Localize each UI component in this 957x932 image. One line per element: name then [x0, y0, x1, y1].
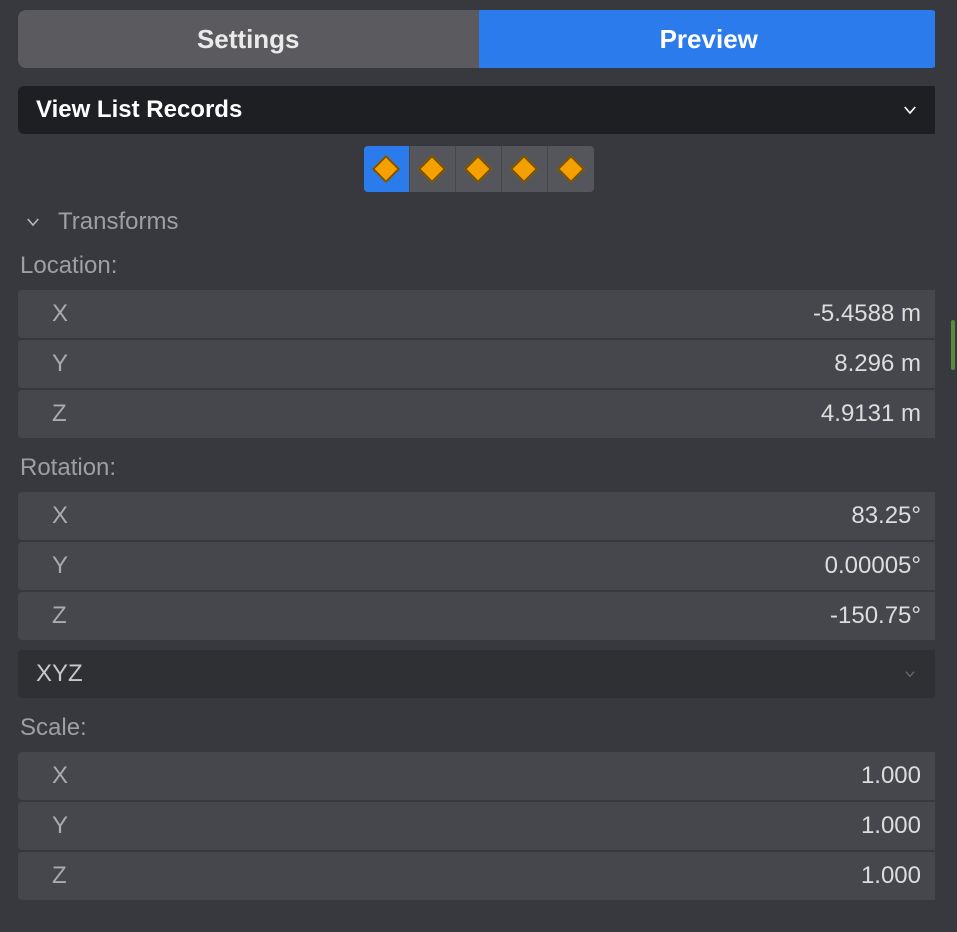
scale-label: Scale:	[18, 714, 939, 742]
keyframe-2[interactable]	[410, 146, 456, 192]
rotation-x-field[interactable]: X 83.25°	[18, 492, 939, 540]
chevron-down-icon	[899, 663, 921, 685]
section-transforms-header[interactable]: Transforms	[18, 208, 939, 236]
diamond-icon	[372, 155, 400, 183]
axis-label: X	[52, 762, 68, 790]
axis-label: X	[52, 300, 68, 328]
keyframe-1[interactable]	[364, 146, 410, 192]
axis-value: 83.25°	[851, 502, 921, 530]
rotation-label: Rotation:	[18, 454, 939, 482]
rotation-z-field[interactable]: Z -150.75°	[18, 592, 939, 640]
axis-value: 1.000	[861, 762, 921, 790]
keyframe-4[interactable]	[502, 146, 548, 192]
location-z-field[interactable]: Z 4.9131 m	[18, 390, 939, 438]
chevron-down-icon	[899, 99, 921, 121]
records-dropdown[interactable]: View List Records	[18, 86, 939, 134]
axis-value: 1.000	[861, 862, 921, 890]
scale-z-field[interactable]: Z 1.000	[18, 852, 939, 900]
axis-label: Y	[52, 350, 68, 378]
tab-settings[interactable]: Settings	[18, 10, 479, 68]
axis-label: Y	[52, 812, 68, 840]
location-y-field[interactable]: Y 8.296 m	[18, 340, 939, 388]
diamond-icon	[556, 155, 584, 183]
rotation-mode-label: XYZ	[36, 660, 83, 688]
axis-value: 4.9131 m	[821, 400, 921, 428]
axis-value: 8.296 m	[834, 350, 921, 378]
keyframe-strip	[18, 146, 939, 192]
axis-label: Z	[52, 400, 67, 428]
scale-x-field[interactable]: X 1.000	[18, 752, 939, 800]
diamond-icon	[464, 155, 492, 183]
axis-label: Z	[52, 862, 67, 890]
tab-preview[interactable]: Preview	[479, 10, 940, 68]
axis-value: -150.75°	[830, 602, 921, 630]
axis-value: 1.000	[861, 812, 921, 840]
rotation-mode-select[interactable]: XYZ	[18, 650, 939, 698]
location-x-field[interactable]: X -5.4588 m	[18, 290, 939, 338]
tab-bar: Settings Preview	[18, 10, 939, 68]
axis-value: -5.4588 m	[813, 300, 921, 328]
keyframe-3[interactable]	[456, 146, 502, 192]
section-transforms-label: Transforms	[58, 208, 178, 236]
diamond-icon	[418, 155, 446, 183]
axis-label: X	[52, 502, 68, 530]
chevron-down-icon	[22, 211, 44, 233]
keyframe-5[interactable]	[548, 146, 594, 192]
diamond-icon	[510, 155, 538, 183]
axis-value: 0.00005°	[825, 552, 921, 580]
location-label: Location:	[18, 252, 939, 280]
records-dropdown-label: View List Records	[36, 96, 242, 124]
axis-label: Z	[52, 602, 67, 630]
axis-label: Y	[52, 552, 68, 580]
rotation-y-field[interactable]: Y 0.00005°	[18, 542, 939, 590]
scale-y-field[interactable]: Y 1.000	[18, 802, 939, 850]
right-gutter	[935, 0, 957, 932]
